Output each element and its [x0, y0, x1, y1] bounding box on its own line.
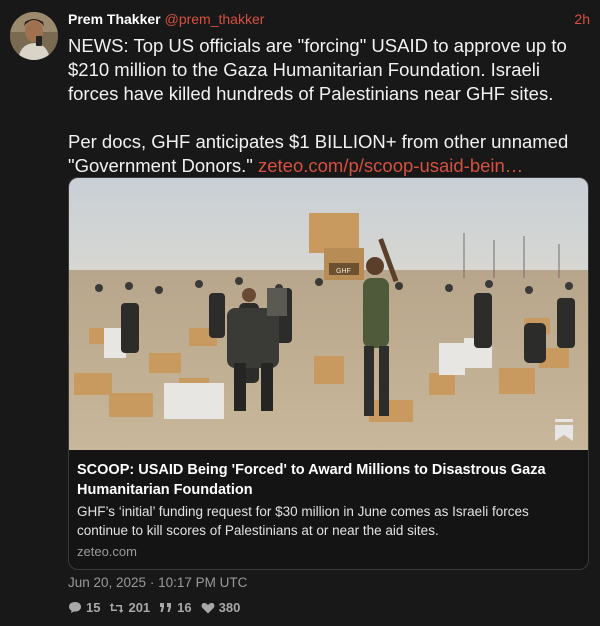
tweet-body: NEWS: Top US officials are "forcing" USA…	[68, 34, 588, 178]
reply-stat[interactable]: 15	[68, 600, 100, 615]
tweet-date[interactable]: Jun 20, 2025 · 10:17 PM UTC	[68, 575, 247, 590]
tweet-paragraph-1: NEWS: Top US officials are "forcing" USA…	[68, 35, 567, 104]
tweet-paragraph-2: Per docs, GHF anticipates $1 BILLION+ fr…	[68, 130, 588, 178]
bookmark-icon[interactable]	[554, 418, 574, 442]
quote-icon	[160, 603, 172, 612]
author-handle[interactable]: @prem_thakker	[165, 11, 265, 27]
link-preview-card[interactable]: GHF SCOOP: USAID Being 'Forced' to Award…	[68, 177, 589, 570]
quote-count: 16	[177, 600, 192, 615]
author-avatar[interactable]	[10, 12, 58, 60]
card-domain[interactable]: zeteo.com	[77, 544, 137, 559]
tweet-stats: 15 201 16 380	[68, 600, 249, 615]
card-image[interactable]: GHF	[69, 178, 588, 450]
tweet-time[interactable]: 2h	[574, 11, 590, 27]
comment-icon	[69, 602, 81, 613]
retweet-icon	[109, 602, 124, 613]
reply-count: 15	[86, 600, 101, 615]
retweet-stat[interactable]: 201	[109, 600, 150, 615]
retweet-count: 201	[128, 600, 151, 615]
author-name[interactable]: Prem Thakker	[68, 11, 161, 27]
tweet-header: Prem Thakker @prem_thakker 2h	[68, 11, 590, 31]
like-count: 380	[218, 600, 241, 615]
card-description: GHF’s ‘initial’ funding request for $30 …	[77, 504, 529, 538]
card-title[interactable]: SCOOP: USAID Being 'Forced' to Award Mil…	[77, 460, 582, 500]
box-logo-text: GHF	[336, 268, 351, 275]
quote-stat[interactable]: 16	[159, 600, 192, 615]
like-stat[interactable]: 380	[201, 600, 241, 615]
tweet-link[interactable]: zeteo.com/p/scoop-usaid-bein…	[258, 155, 523, 176]
heart-icon	[201, 602, 215, 613]
